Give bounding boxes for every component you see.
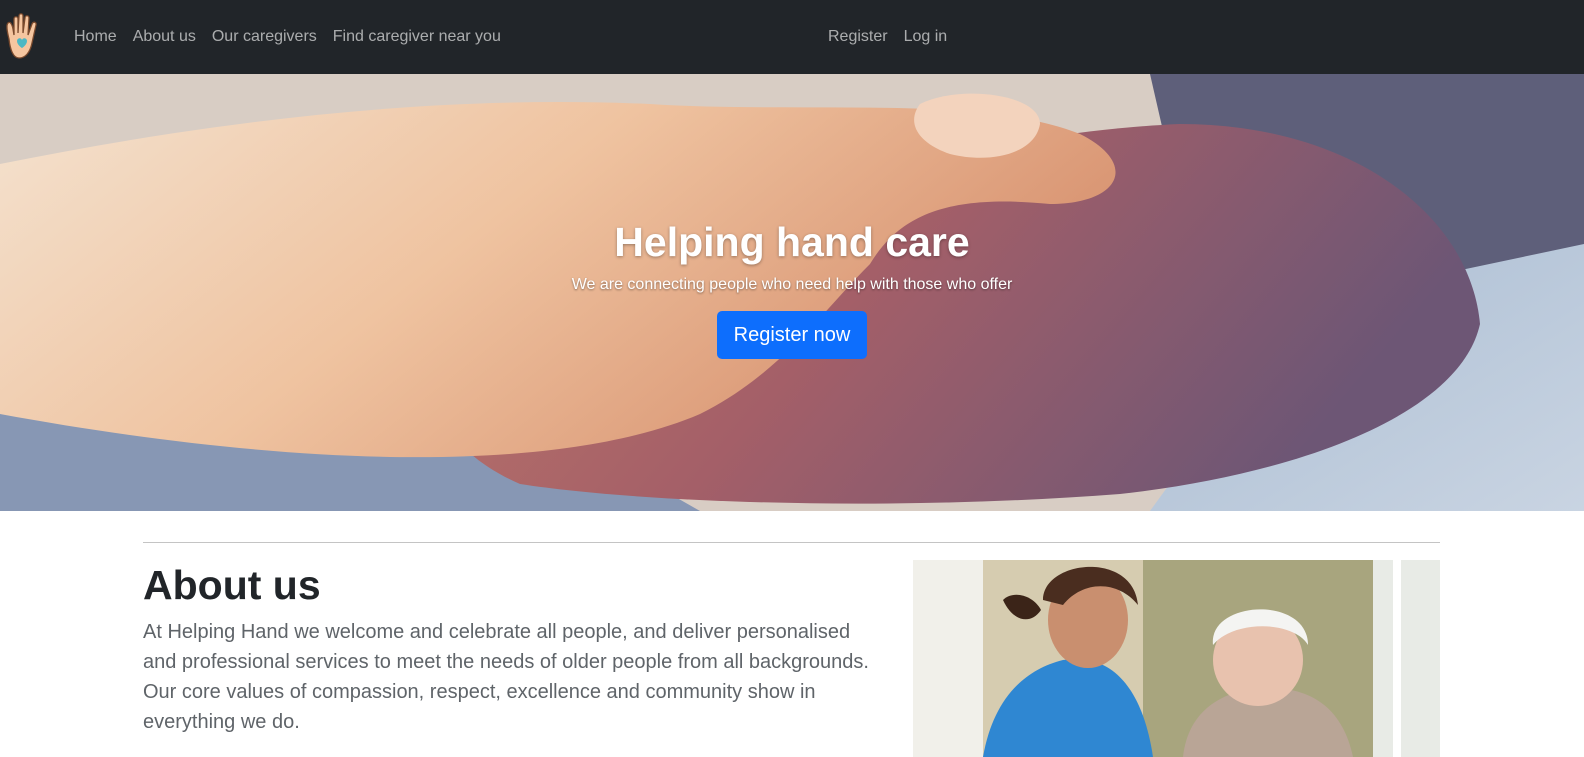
nav-caregivers-link[interactable]: Our caregivers [204,28,325,46]
nav-register-link[interactable]: Register [820,28,896,46]
nav-left-links: Home About us Our caregivers Find caregi… [66,0,509,74]
nav-home-link[interactable]: Home [66,28,125,46]
caregiver-with-elderly-woman-image [913,560,1440,757]
about-title: About us [143,562,321,608]
hero-title: Helping hand care [614,219,970,265]
hero-content: Helping hand care We are connecting peop… [0,218,1584,359]
about-photo [913,560,1440,757]
nav-login-link[interactable]: Log in [896,28,956,46]
nav-find-caregiver-link[interactable]: Find caregiver near you [325,28,509,46]
hero-subtitle: We are connecting people who need help w… [571,276,1013,293]
hero-banner: Helping hand care We are connecting peop… [0,74,1584,511]
top-navbar: Home About us Our caregivers Find caregi… [0,0,1584,74]
helping-hand-logo-icon [6,13,37,59]
register-now-button[interactable]: Register now [716,311,868,359]
nav-right-links: Register Log in [820,0,955,74]
brand-logo[interactable] [3,11,45,63]
about-text: At Helping Hand we welcome and celebrate… [143,621,869,733]
nav-about-link[interactable]: About us [125,28,204,46]
section-divider [143,542,1440,543]
